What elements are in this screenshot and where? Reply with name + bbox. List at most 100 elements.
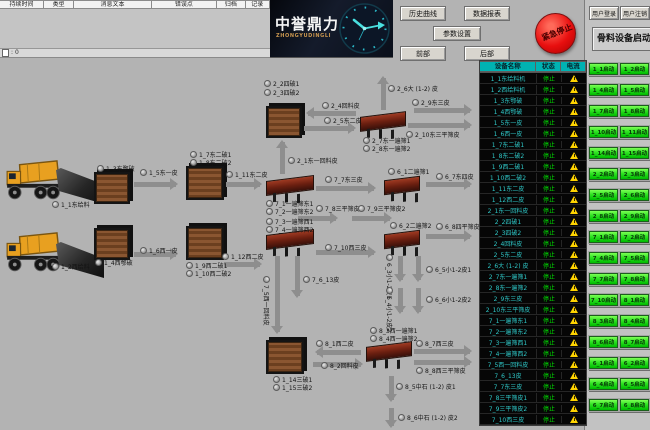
screen-8-3[interactable]	[366, 341, 412, 362]
front-section-button[interactable]: 前部	[400, 46, 446, 61]
flow-arrow	[280, 142, 285, 174]
start-button-8_3[interactable]: 8_3启动	[589, 315, 618, 327]
start-button-1_4[interactable]: 1_4启动	[589, 84, 618, 96]
device-current-cell	[561, 328, 586, 335]
start-button-6_8[interactable]: 6_8启动	[620, 399, 649, 411]
screen-6-2[interactable]	[384, 230, 420, 249]
start-button-7_4[interactable]: 7_4启动	[589, 252, 618, 264]
flow-arrow	[304, 126, 354, 131]
rear-section-button[interactable]: 后部	[464, 46, 510, 61]
device-status-value: 停止	[536, 195, 561, 204]
start-button-8_7[interactable]: 8_7启动	[620, 336, 649, 348]
start-button-7_5[interactable]: 7_5启动	[620, 252, 649, 264]
device-status-value: 停止	[536, 327, 561, 336]
device-name: 1_5东一皮	[480, 118, 536, 127]
diagram-label: 8_5中石 (1-2) 皮1	[396, 383, 456, 391]
device-status-value: 停止	[536, 393, 561, 402]
start-button-6_7[interactable]: 6_7启动	[589, 399, 618, 411]
start-button-2_3[interactable]: 2_3启动	[620, 168, 649, 180]
device-current-cell	[561, 130, 586, 137]
start-button-1_1[interactable]: 1_1启动	[589, 63, 618, 75]
start-button-1_2[interactable]: 1_2启动	[620, 63, 649, 75]
warning-triangle-icon	[570, 306, 578, 313]
device-status-value: 停止	[536, 107, 561, 116]
start-button-1_14[interactable]: 1_14启动	[589, 147, 618, 159]
device-status-value: 停止	[536, 283, 561, 292]
diagram-label: 2_8东一遍筛2	[363, 145, 410, 153]
start-button-7_7[interactable]: 7_7启动	[589, 273, 618, 285]
jaw-crusher-east[interactable]	[94, 172, 130, 204]
data-report-button[interactable]: 数据报表	[464, 6, 510, 21]
screen-2-7[interactable]	[360, 111, 406, 132]
device-status-row: 1_8东二破2停止	[480, 150, 586, 161]
start-button-1_10[interactable]: 1_10启动	[589, 126, 618, 138]
start-button-2_2[interactable]: 2_2启动	[589, 168, 618, 180]
device-status-value: 停止	[536, 371, 561, 380]
start-button-1_15[interactable]: 1_15启动	[620, 147, 649, 159]
history-curve-button[interactable]: 历史曲线	[400, 6, 446, 21]
user-login-button[interactable]: 用户登录	[589, 6, 619, 20]
device-current-cell	[561, 339, 586, 346]
start-button-8_4[interactable]: 8_4启动	[620, 315, 649, 327]
user-logout-button[interactable]: 用户注销	[620, 6, 650, 20]
diagram-label: 1_11东二皮	[226, 171, 267, 179]
start-button-6_4[interactable]: 6_4启动	[589, 378, 618, 390]
device-name: 1_7东二破1	[480, 140, 536, 149]
device-current-cell	[561, 240, 586, 247]
warning-triangle-icon	[570, 119, 578, 126]
device-status-row: 7_2一遍筛东2停止	[480, 326, 586, 337]
start-button-7_1[interactable]: 7_1启动	[589, 231, 618, 243]
device-status-value: 停止	[536, 316, 561, 325]
device-status-value: 停止	[536, 96, 561, 105]
screen-6-1[interactable]	[384, 176, 420, 195]
device-name: 7_7东三皮	[480, 382, 536, 391]
diagram-label: 1_10西二破2	[186, 270, 231, 278]
emergency-stop-button[interactable]: 紧急停止	[535, 13, 576, 54]
secondary-crusher-west[interactable]	[186, 226, 224, 260]
start-button-2_8[interactable]: 2_8启动	[589, 210, 618, 222]
start-button-8_1[interactable]: 8_1启动	[620, 294, 649, 306]
screen-7-1-east[interactable]	[266, 175, 314, 196]
start-button-1_7[interactable]: 1_7启动	[589, 105, 618, 117]
device-current-cell	[561, 218, 586, 225]
device-current-cell	[561, 229, 586, 236]
start-button-1_11[interactable]: 1_11启动	[620, 126, 649, 138]
start-button-2_5[interactable]: 2_5启动	[589, 189, 618, 201]
diagram-label: 1_7东二破1	[190, 151, 231, 159]
start-button-7_8[interactable]: 7_8启动	[620, 273, 649, 285]
param-settings-button[interactable]: 参数设置	[433, 26, 481, 41]
diagram-label: 1_1东给料	[52, 201, 90, 209]
start-button-7_10[interactable]: 7_10启动	[589, 294, 618, 306]
diagram-label: 7_10西三皮	[325, 244, 366, 252]
device-name: 2_10东三平筛皮	[480, 305, 536, 314]
device-status-value: 停止	[536, 206, 561, 215]
start-button-7_2[interactable]: 7_2启动	[620, 231, 649, 243]
flow-arrow	[414, 360, 470, 365]
device-current-cell	[561, 163, 586, 170]
device-current-cell	[561, 152, 586, 159]
device-status-row: 1_3东鄂破停止	[480, 95, 586, 106]
start-button-1_8[interactable]: 1_8启动	[620, 105, 649, 117]
start-button-2_6[interactable]: 2_6启动	[620, 189, 649, 201]
device-status-value: 停止	[536, 360, 561, 369]
secondary-crusher-east[interactable]	[186, 166, 224, 200]
start-button-8_6[interactable]: 8_6启动	[589, 336, 618, 348]
device-status-value: 停止	[536, 294, 561, 303]
start-button-2_9[interactable]: 2_9启动	[620, 210, 649, 222]
emergency-stop-label: 紧急停止	[540, 21, 574, 43]
start-button-6_2[interactable]: 6_2启动	[620, 357, 649, 369]
tertiary-crusher[interactable]	[266, 340, 304, 374]
dump-truck-east[interactable]	[4, 158, 62, 204]
start-button-1_5[interactable]: 1_5启动	[620, 84, 649, 96]
device-current-cell	[561, 262, 586, 269]
alarm-column-header: 记录	[246, 0, 270, 9]
device-status-row: 7_8三平筛皮1停止	[480, 392, 586, 403]
device-name: 2_4回料皮	[480, 239, 536, 248]
start-button-6_1[interactable]: 6_1启动	[589, 357, 618, 369]
jaw-crusher-west[interactable]	[94, 228, 130, 260]
device-name: 1_3东鄂破	[480, 96, 536, 105]
diagram-label: 7_3一遍筛西1	[266, 218, 313, 226]
device-name: 1_6西一皮	[480, 129, 536, 138]
start-button-6_5[interactable]: 6_5启动	[620, 378, 649, 390]
device-current-cell	[561, 174, 586, 181]
